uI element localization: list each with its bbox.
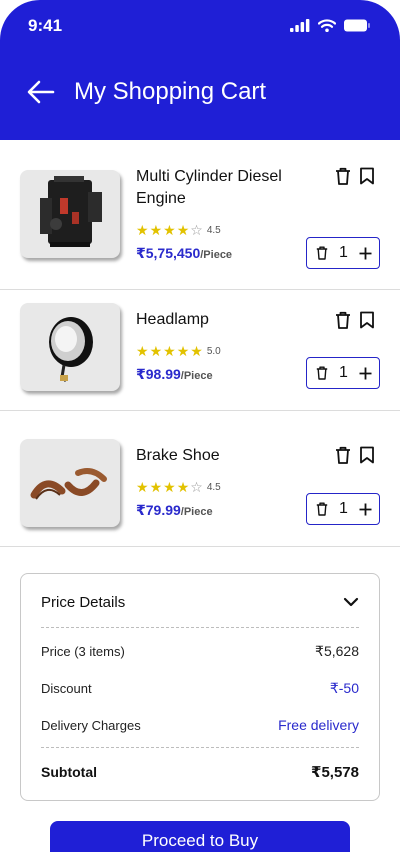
item-price: ₹5,75,450 [136, 245, 201, 261]
plus-icon[interactable] [359, 247, 372, 260]
delivery-label: Delivery Charges [41, 718, 141, 733]
price-unit: /Piece [200, 249, 233, 261]
subtotal-value: ₹5,578 [311, 764, 359, 781]
price-details-title: Price Details [41, 594, 126, 611]
star-icon: ★ [136, 343, 149, 359]
quantity-value: 1 [339, 244, 348, 261]
subtotal-label: Subtotal [41, 764, 97, 780]
battery-icon [344, 19, 370, 32]
star-outline-icon: ☆ [190, 222, 203, 238]
delivery-value: Free delivery [278, 717, 359, 733]
quantity-stepper: 1 [306, 493, 380, 525]
proceed-to-buy-button[interactable]: Proceed to Buy [50, 821, 350, 852]
app-header: 9:41 My Shopping Cart [0, 0, 400, 140]
cart-item: Headlamp ★ ★ ★ ★ ★ 5.0 ₹98.99 /Piece 1 [0, 290, 400, 411]
cart-item: Brake Shoe ★ ★ ★ ★ ☆ 4.5 ₹79.99 /Piece 1 [0, 411, 400, 547]
price-line: ₹98.99 /Piece [136, 366, 213, 383]
price-line: ₹5,75,450 /Piece [136, 245, 232, 262]
quantity-stepper: 1 [306, 357, 380, 389]
page-title: My Shopping Cart [74, 78, 267, 105]
status-icons [290, 19, 370, 32]
plus-icon[interactable] [359, 367, 372, 380]
delete-icon[interactable] [335, 446, 351, 464]
signal-icon [290, 19, 310, 32]
status-time: 9:41 [28, 16, 63, 35]
rating: ★ ★ ★ ★ ☆ 4.5 [136, 223, 221, 237]
rating-value: 4.5 [206, 481, 221, 493]
bookmark-icon[interactable] [359, 311, 375, 329]
remove-icon[interactable] [316, 246, 328, 260]
star-icon: ★ [176, 222, 190, 238]
plus-icon[interactable] [359, 503, 372, 516]
discount-value: ₹-50 [329, 680, 359, 696]
back-arrow-icon[interactable] [27, 80, 55, 104]
rating: ★ ★ ★ ★ ★ 5.0 [136, 344, 221, 358]
star-icon: ★ [163, 343, 176, 359]
item-price: ₹79.99 [136, 502, 181, 518]
price-value: ₹5,628 [315, 643, 359, 659]
divider [41, 747, 359, 748]
star-icon: ★ [163, 479, 176, 495]
star-icon: ★ [163, 222, 176, 238]
star-icon: ★ [149, 479, 163, 495]
chevron-down-icon[interactable] [343, 596, 359, 608]
rating-value: 5.0 [206, 345, 221, 357]
brake-shoe-image[interactable] [20, 439, 120, 527]
price-unit: /Piece [180, 370, 213, 382]
delete-icon[interactable] [335, 311, 351, 329]
quantity-stepper: 1 [306, 237, 380, 269]
price-details-card: Price Details Price (3 items) ₹5,628 Dis… [20, 573, 380, 801]
rating-value: 4.5 [206, 224, 221, 236]
item-name[interactable]: Multi Cylinder Diesel Engine [136, 166, 316, 210]
star-icon: ★ [176, 343, 190, 359]
bookmark-icon[interactable] [359, 167, 375, 185]
star-icon: ★ [136, 479, 149, 495]
item-name[interactable]: Brake Shoe [136, 445, 316, 467]
star-outline-icon: ☆ [190, 479, 203, 495]
remove-icon[interactable] [316, 366, 328, 380]
star-icon: ★ [149, 343, 163, 359]
wifi-icon [318, 19, 336, 32]
item-name[interactable]: Headlamp [136, 309, 316, 331]
item-price: ₹98.99 [136, 366, 181, 382]
star-icon: ★ [149, 222, 163, 238]
star-icon: ★ [136, 222, 149, 238]
headlamp-image[interactable] [20, 303, 120, 391]
divider [41, 627, 359, 628]
remove-icon[interactable] [316, 502, 328, 516]
discount-label: Discount [41, 681, 92, 696]
star-icon: ★ [176, 479, 190, 495]
price-line: ₹79.99 /Piece [136, 502, 213, 519]
price-label: Price (3 items) [41, 644, 125, 659]
delete-icon[interactable] [335, 167, 351, 185]
rating: ★ ★ ★ ★ ☆ 4.5 [136, 480, 221, 494]
cart-item: Multi Cylinder Diesel Engine ★ ★ ★ ★ ☆ 4… [0, 140, 400, 290]
quantity-value: 1 [339, 500, 348, 517]
bookmark-icon[interactable] [359, 446, 375, 464]
star-icon: ★ [190, 343, 203, 359]
quantity-value: 1 [339, 364, 348, 381]
engine-image[interactable] [20, 170, 120, 258]
price-unit: /Piece [180, 506, 213, 518]
